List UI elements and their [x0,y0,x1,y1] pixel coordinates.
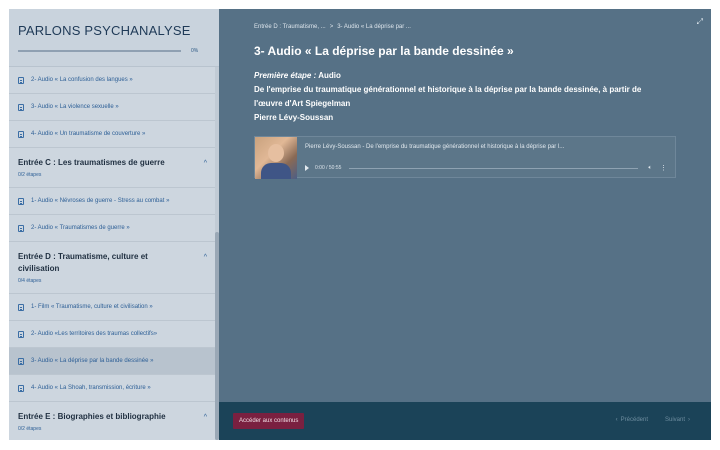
section-title: Entrée E : Biographies et bibliographie [18,412,166,421]
volume-icon[interactable]: 🔈︎ [648,165,652,172]
lesson-description: Première étape : Audio De l'emprise du t… [254,69,654,125]
breadcrumb-lesson[interactable]: 3- Audio « La déprise par ... [337,24,411,30]
lesson-content: Entrée D : Traumatisme, ... >3- Audio « L… [219,9,711,440]
previous-label: Précédent [620,417,648,423]
previous-button[interactable]: ‹ Précédent [613,417,648,423]
lesson-label: 3- Audio « La déprise par la bande dessi… [31,358,154,364]
section-title: Entrée D : Traumatisme, culture et civil… [18,252,148,273]
seek-bar[interactable] [349,167,639,169]
chevron-up-icon[interactable]: ^ [204,254,207,261]
next-label: Suivant [664,417,685,423]
step-type: Audio [316,71,341,80]
player-body: Pierre Lévy-Soussan - De l'emprise du tr… [297,137,675,177]
lesson-label: 4- Audio « La Shoah, transmission, écrit… [31,385,151,391]
section-steps: 0/2 étapes [18,426,42,432]
step-label: Première étape : [254,71,317,80]
section-title: Entrée C : Les traumatismes de guerre [18,158,165,167]
lesson-label: 2- Audio « Traumatismes de guerre » [31,225,130,231]
sidebar-section[interactable]: Entrée C : Les traumatismes de guerre 0/2… [9,148,219,188]
sidebar-lesson-item[interactable]: 2- Audio « La confusion des langues » [9,67,219,94]
sidebar-lesson-item[interactable]: 4- Audio « La Shoah, transmission, écrit… [9,375,219,402]
lesson-subtitle: De l'emprise du traumatique générationne… [254,85,642,108]
sidebar-lesson-item[interactable]: 2- Audio « Traumatismes de guerre » [9,215,219,242]
document-icon [18,384,24,392]
app-frame: PARLONS PSYCHANALYSE 0% 2- Audio « La co… [9,9,711,440]
breadcrumb-section[interactable]: Entrée D : Traumatisme, ... [254,24,326,30]
lesson-title: 3- Audio « La déprise par la bande dessi… [254,44,514,58]
sidebar-section[interactable]: Entrée D : Traumatisme, culture et civil… [9,242,219,294]
sidebar-lesson-item[interactable]: 3- Audio « La violence sexuelle » [9,94,219,121]
lesson-footer: Accéder aux contenus ‹ Précédent Suivant › [219,402,711,440]
play-icon[interactable] [305,165,309,171]
lesson-author: Pierre Lévy-Soussan [254,113,334,122]
lesson-label: 2- Audio « La confusion des langues » [31,77,133,83]
chevron-up-icon[interactable]: ^ [204,160,207,167]
sidebar-lesson-item[interactable]: 1- Audio « Névroses de guerre - Stress a… [9,188,219,215]
chevron-up-icon[interactable]: ^ [204,414,207,421]
lesson-list: 2- Audio « La confusion des langues » 3- … [9,67,219,440]
player-controls: 0:00 / 50:55 🔈︎ ⋮ [305,164,667,172]
course-sidebar: PARLONS PSYCHANALYSE 0% 2- Audio « La co… [9,9,219,440]
access-content-button[interactable]: Accéder aux contenus [233,413,305,429]
document-icon [18,357,24,365]
sidebar-lesson-item[interactable]: 2- Audio «Les territoires des traumas co… [9,321,219,348]
more-options-icon[interactable]: ⋮ [660,164,667,172]
expand-icon[interactable]: ⤢ [697,17,703,27]
speaker-photo [255,137,297,179]
chevron-left-icon: ‹ [615,417,618,423]
lesson-label: 3- Audio « La violence sexuelle » [31,104,119,110]
audio-player: Pierre Lévy-Soussan - De l'emprise du tr… [254,136,676,179]
sidebar-lesson-item[interactable]: 4- Audio « Un traumatisme de couverture … [9,121,219,148]
lesson-label: 2- Audio «Les territoires des traumas co… [31,331,158,337]
lesson-label: 4- Audio « Un traumatisme de couverture … [31,131,146,137]
step-line: Première étape : Audio [254,69,654,83]
course-progress: 0% [18,48,219,54]
document-icon [18,303,24,311]
progress-bar [18,50,181,52]
document-icon [18,224,24,232]
breadcrumb-separator: > [329,24,334,30]
document-icon [18,76,24,84]
sidebar-lesson-item[interactable]: 1- Film « Traumatisme, culture et civili… [9,294,219,321]
track-title: Pierre Lévy-Soussan - De l'emprise du tr… [305,144,565,150]
lesson-label: 1- Audio « Névroses de guerre - Stress a… [31,198,170,204]
breadcrumb: Entrée D : Traumatisme, ... >3- Audio « L… [254,24,411,30]
sidebar-lesson-item[interactable]: 3- Audio « La déprise par la bande dessi… [9,348,219,375]
progress-label: 0% [191,48,199,54]
document-icon [18,103,24,111]
document-icon [18,197,24,205]
section-steps: 0/2 étapes [18,172,42,178]
course-title: PARLONS PSYCHANALYSE [18,23,191,38]
chevron-right-icon: › [688,417,690,423]
document-icon [18,330,24,338]
sidebar-header: PARLONS PSYCHANALYSE 0% [9,9,219,67]
document-icon [18,130,24,138]
lesson-label: 1- Film « Traumatisme, culture et civili… [31,304,153,310]
playback-time: 0:00 / 50:55 [315,165,342,171]
sidebar-section[interactable]: Entrée E : Biographies et bibliographie 0… [9,402,219,440]
section-steps: 0/4 étapes [18,278,42,284]
next-button[interactable]: Suivant › [665,417,693,423]
